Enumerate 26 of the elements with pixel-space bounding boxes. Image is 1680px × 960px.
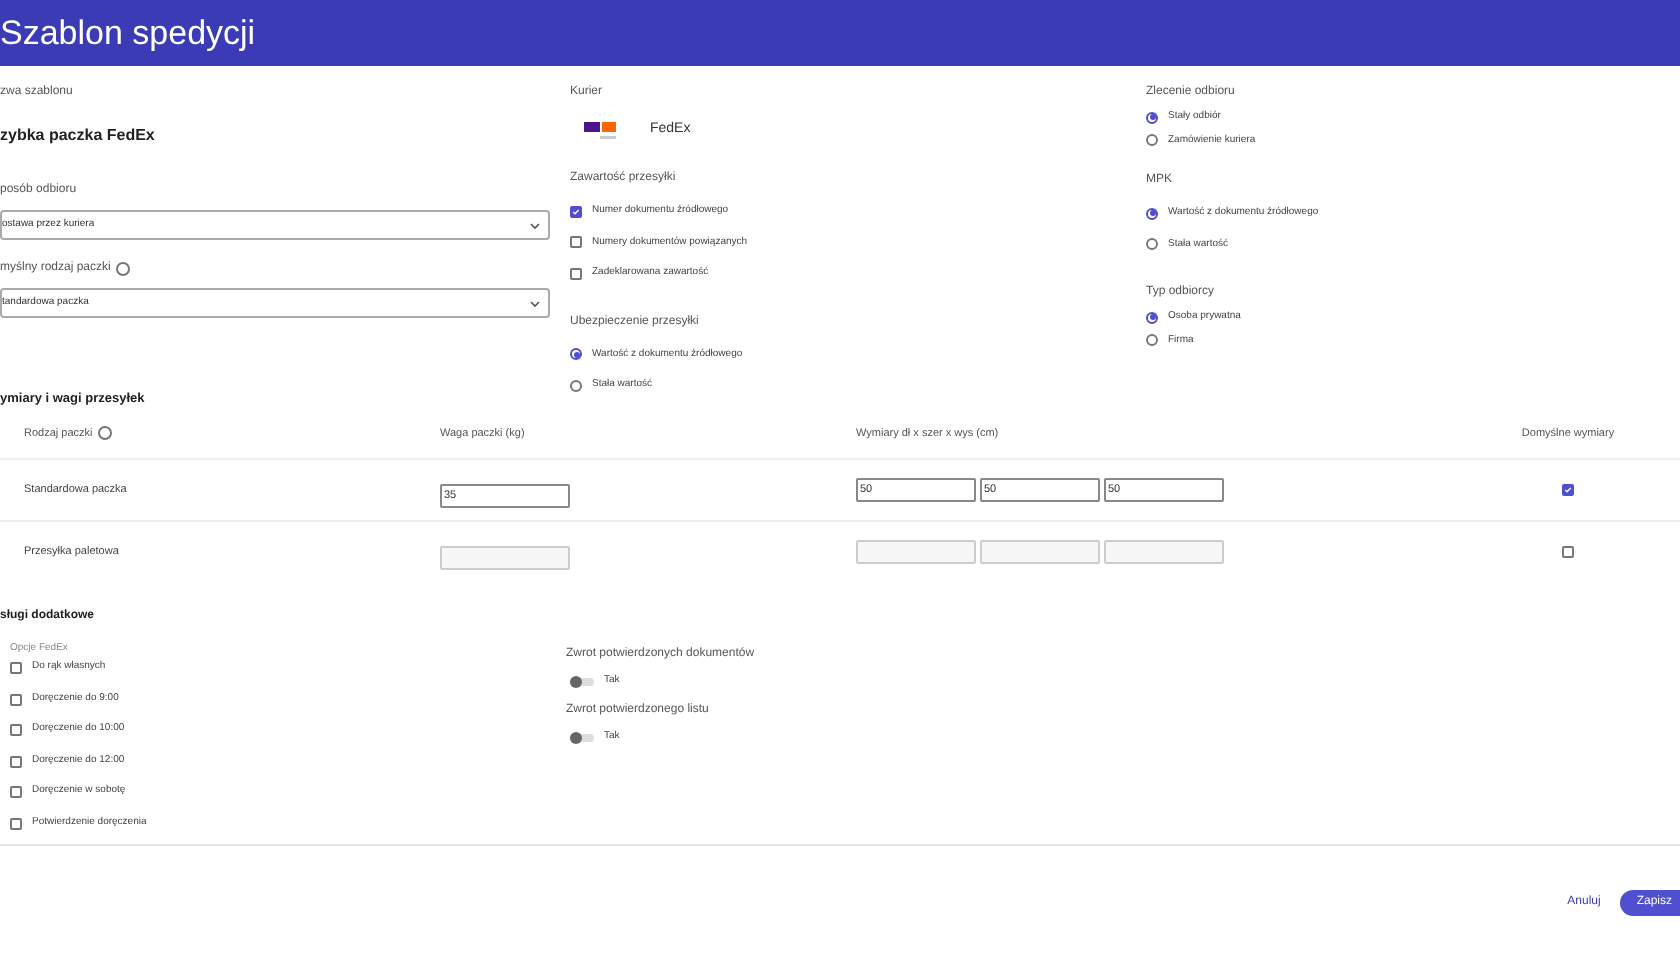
checkbox[interactable]	[1562, 483, 1574, 496]
radio-button[interactable]	[1146, 311, 1158, 324]
toggle-switch[interactable]	[570, 677, 594, 685]
info-icon	[116, 262, 131, 276]
chevron-icon	[530, 299, 540, 307]
toggle-switch[interactable]	[570, 734, 594, 742]
radio-button[interactable]	[1146, 238, 1158, 251]
checkbox[interactable]	[10, 755, 22, 767]
radio-button[interactable]	[1146, 207, 1158, 220]
radio-button[interactable]	[1146, 111, 1158, 124]
checkbox[interactable]	[10, 786, 22, 798]
radio-button[interactable]	[1146, 334, 1158, 347]
checkbox[interactable]	[570, 205, 582, 218]
checkbox[interactable]	[10, 662, 22, 674]
radio-button[interactable]	[570, 348, 582, 361]
checkbox[interactable]	[10, 724, 22, 736]
info-icon	[98, 426, 113, 441]
template-name: zybka paczka FedEx	[0, 124, 157, 148]
checkbox[interactable]	[570, 236, 582, 249]
checkbox[interactable]	[10, 817, 22, 829]
chevron-icon	[530, 221, 540, 229]
radio-button[interactable]	[1146, 134, 1158, 147]
checkbox[interactable]	[10, 693, 22, 705]
checkbox[interactable]	[570, 267, 582, 280]
radio-button[interactable]	[570, 379, 582, 392]
page-title: Szablon spedycji	[0, 11, 256, 56]
